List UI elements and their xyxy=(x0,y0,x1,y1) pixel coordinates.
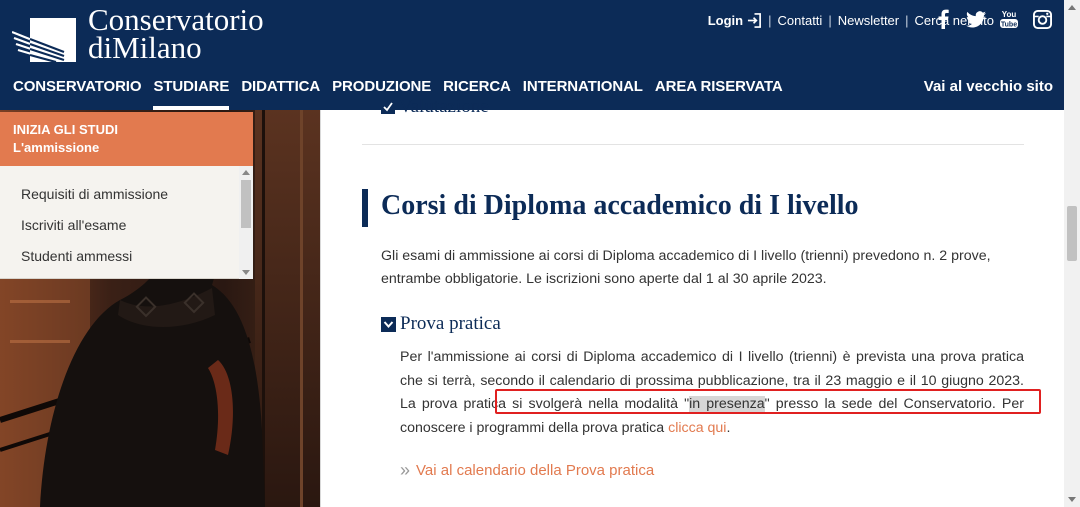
logo-line-2: diMilano xyxy=(88,30,202,65)
nav-studiare[interactable]: STUDIARE xyxy=(153,78,229,110)
contatti-link[interactable]: Contatti xyxy=(778,13,823,28)
youtube-bottom: Tube xyxy=(1001,22,1017,29)
social-links: You Tube xyxy=(930,8,1062,30)
old-site-link[interactable]: Vai al vecchio sito xyxy=(924,78,1053,95)
section-title: Corsi di Diploma accademico di I livello xyxy=(381,190,859,221)
page-scrollbar[interactable] xyxy=(1064,0,1080,507)
site-header: Conservatorio diMilano Login | Contatti … xyxy=(0,0,1064,110)
checkmark-icon xyxy=(381,100,395,114)
calendar-link[interactable]: » Vai al calendario della Prova pratica xyxy=(400,460,654,481)
nav-conservatorio[interactable]: CONSERVATORIO xyxy=(13,78,142,102)
sidebar-scroll-thumb[interactable] xyxy=(241,180,251,228)
accordion-valutazione[interactable]: Valutazione xyxy=(381,96,489,118)
separator: | xyxy=(828,12,832,28)
separator: | xyxy=(905,12,909,28)
calendar-link-label: Vai al calendario della Prova pratica xyxy=(416,462,655,479)
sidebar-section-label: INIZIA GLI STUDI xyxy=(13,122,118,137)
nav-didattica[interactable]: DIDATTICA xyxy=(241,78,320,102)
login-link[interactable]: Login xyxy=(708,13,762,28)
twitter-icon[interactable] xyxy=(963,8,989,30)
sidebar-current-page: L'ammissione xyxy=(13,140,100,155)
sidebar-menu: Requisiti di ammissione Iscriviti all'es… xyxy=(0,166,253,279)
youtube-top: You xyxy=(1002,10,1017,19)
login-icon xyxy=(748,12,762,28)
sidebar-item-requisiti[interactable]: Requisiti di ammissione xyxy=(21,185,168,216)
login-label: Login xyxy=(707,12,744,28)
scroll-up-icon[interactable] xyxy=(1068,5,1076,10)
nav-area-riservata[interactable]: AREA RISERVATA xyxy=(655,78,783,102)
intro-paragraph: Gli esami di ammissione ai corsi di Dipl… xyxy=(381,248,991,287)
page-scroll-thumb[interactable] xyxy=(1067,206,1077,261)
newsletter-link[interactable]: Newsletter xyxy=(838,13,899,28)
accordion-prova-pratica-label: Prova pratica xyxy=(400,313,501,334)
logo-mark-icon xyxy=(12,18,76,62)
accordion-valutazione-label: Valutazione xyxy=(399,96,489,117)
chevron-down-icon xyxy=(381,316,396,332)
logo-text: Conservatorio diMilano xyxy=(88,4,264,65)
site-logo[interactable]: Conservatorio diMilano xyxy=(12,4,272,66)
clicca-qui-link[interactable]: clicca qui xyxy=(668,420,726,436)
facebook-icon[interactable] xyxy=(930,8,956,30)
scroll-down-icon[interactable] xyxy=(242,270,250,275)
instagram-icon[interactable] xyxy=(1029,8,1055,30)
sidebar-item-studenti-ammessi[interactable]: Studenti ammessi xyxy=(21,247,168,278)
youtube-icon[interactable]: You Tube xyxy=(996,8,1022,30)
scroll-up-icon[interactable] xyxy=(242,170,250,175)
sidebar-scrollbar[interactable] xyxy=(239,166,253,279)
section-accent-bar xyxy=(362,189,368,227)
body-text-end: . xyxy=(726,419,731,436)
scroll-down-icon[interactable] xyxy=(1068,497,1076,502)
sidebar-header[interactable]: INIZIA GLI STUDI L'ammissione xyxy=(0,112,253,166)
highlighted-text: in presenza xyxy=(689,396,765,412)
sidebar-item-iscriviti[interactable]: Iscriviti all'esame xyxy=(21,216,168,247)
prova-pratica-body: Per l'ammissione ai corsi di Diploma acc… xyxy=(400,346,1024,440)
column-divider xyxy=(320,110,321,507)
divider xyxy=(362,144,1024,145)
accordion-prova-pratica[interactable]: Prova pratica xyxy=(381,313,501,335)
separator: | xyxy=(768,12,772,28)
nav-international[interactable]: INTERNATIONAL xyxy=(523,78,643,102)
double-chevron-icon: » xyxy=(400,460,411,480)
